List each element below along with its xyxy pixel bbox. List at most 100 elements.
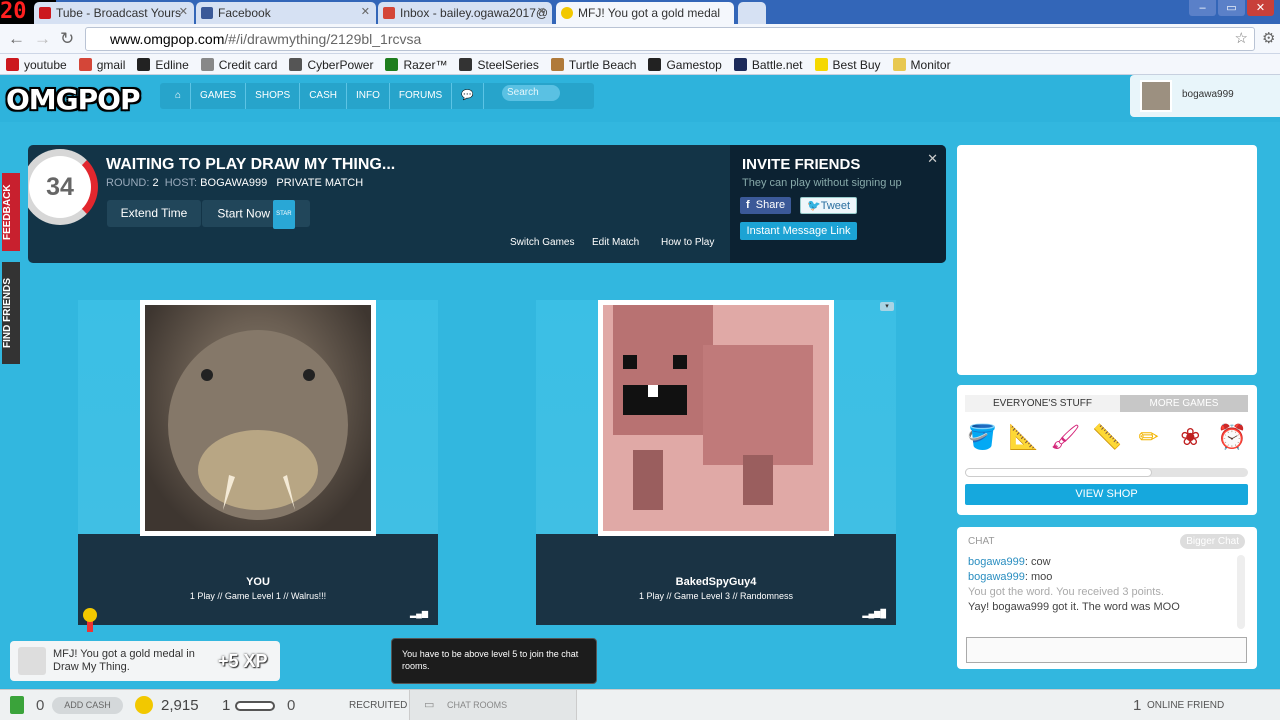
gmail-icon [78, 58, 92, 71]
bookmark-turtle-beach[interactable]: Turtle Beach [545, 54, 643, 75]
how-to-play-link[interactable]: How to Play [661, 237, 714, 248]
clock-icon[interactable]: ⏰ [1215, 421, 1249, 455]
gamestop-icon [648, 58, 662, 71]
chat-input[interactable] [966, 637, 1247, 663]
battlenet-icon [733, 58, 747, 71]
bookmark-cyberpower[interactable]: CyberPower [283, 54, 379, 75]
home-icon[interactable]: ⌂ [166, 83, 192, 109]
address-bar[interactable]: www.omgpop.com/#/i/drawmything/2129bl_1r… [85, 27, 1255, 51]
bookmark-credit-card[interactable]: Credit card [195, 54, 284, 75]
coin-count: 2,915 [161, 697, 199, 714]
nav-forums[interactable]: FORUMS [390, 83, 453, 109]
user-box[interactable]: bogawa999 [1130, 75, 1280, 117]
coin-icon [135, 696, 153, 714]
tab-omgpop[interactable]: MFJ! You got a gold medal [556, 2, 734, 24]
facebook-icon [201, 7, 213, 19]
close-window-icon[interactable]: ✕ [1247, 0, 1274, 16]
tab-everyones-stuff[interactable]: EVERYONE'S STUFF [965, 395, 1120, 412]
nav-shops[interactable]: SHOPS [246, 83, 301, 109]
bookmark-gamestop[interactable]: Gamestop [642, 54, 727, 75]
turtlebeach-icon [550, 58, 564, 71]
player-info: 1 Play // Game Level 3 // Randomness [638, 591, 794, 601]
tweet-button[interactable]: 🐦Tweet [800, 197, 858, 214]
bigger-chat-button[interactable]: Bigger Chat [1180, 534, 1245, 549]
close-icon[interactable]: ✕ [537, 5, 546, 18]
find-friends-tab[interactable]: FIND FRIENDS [2, 262, 20, 364]
close-icon[interactable]: ✕ [927, 151, 938, 167]
view-shop-button[interactable]: VIEW SHOP [965, 484, 1248, 505]
twitter-icon: 🐦 [807, 200, 821, 212]
bookmark-edline[interactable]: Edline [131, 54, 194, 75]
bottom-bar: 0 ADD CASH 2,915 1 0 RECRUITED ▭ CHAT RO… [0, 689, 1280, 720]
tab-facebook[interactable]: Facebook ✕ [196, 2, 376, 24]
switch-games-link[interactable]: Switch Games [510, 237, 574, 248]
bookmark-label: Gamestop [666, 57, 722, 72]
maximize-icon[interactable]: ▭ [1218, 0, 1245, 16]
player-card-you: YOU 1 Play // Game Level 1 // Walrus!!! … [78, 300, 438, 625]
online-friend-label[interactable]: ONLINE FRIEND [1147, 700, 1224, 711]
player-name: BakedSpyGuy4 [675, 576, 757, 588]
pencil-icon[interactable]: ✏ [1132, 421, 1166, 455]
tab-label: Facebook [218, 6, 271, 20]
medal-badge-icon [18, 647, 46, 675]
shop-scrollbar[interactable] [965, 468, 1248, 477]
omgpop-logo[interactable]: OMGPOP [6, 83, 154, 119]
recruited-label[interactable]: RECRUITED [349, 700, 407, 711]
shop-scroll-thumb[interactable] [965, 468, 1152, 477]
bookmark-razer[interactable]: Razer™ [379, 54, 453, 75]
tab-gmail[interactable]: Inbox - bailey.ogawa2017@ ✕ [378, 2, 552, 24]
username[interactable]: bogawa999 [1182, 89, 1234, 100]
instant-message-link-button[interactable]: Instant Message Link [740, 222, 857, 240]
shop-box: EVERYONE'S STUFF MORE GAMES 🪣 📐 🖌 📏 ✏ ❀ … [957, 385, 1257, 515]
avatar[interactable] [1140, 80, 1172, 112]
bookmark-youtube[interactable]: youtube [0, 54, 73, 75]
start-now-button[interactable]: Start Now STAR [202, 200, 310, 229]
tab-more-games[interactable]: MORE GAMES [1120, 395, 1248, 412]
chevron-down-icon[interactable]: ▾ [880, 302, 894, 311]
tab-youtube[interactable]: Tube - Broadcast Yours ✕ [34, 2, 194, 24]
edit-match-link[interactable]: Edit Match [592, 237, 639, 248]
level-value: 1 [222, 697, 231, 714]
game-title: WAITING TO PLAY DRAW MY THING... [106, 156, 396, 173]
close-icon[interactable]: ✕ [179, 5, 188, 18]
paint-bucket-icon[interactable]: 🪣 [965, 421, 999, 455]
bookmark-gmail[interactable]: gmail [73, 54, 132, 75]
medal-notification[interactable]: MFJ! You got a gold medal in Draw My Thi… [10, 641, 280, 681]
nav-info[interactable]: INFO [347, 83, 390, 109]
reload-icon[interactable]: ↻ [60, 29, 74, 49]
folder-icon [892, 58, 906, 71]
facebook-share-button[interactable]: f Share [740, 197, 792, 214]
t-square-icon[interactable]: 📏 [1090, 421, 1124, 455]
wreath-icon[interactable]: ❀ [1173, 421, 1207, 455]
star-icon[interactable]: ☆ [1235, 29, 1248, 47]
chat-user[interactable]: bogawa999 [968, 556, 1025, 568]
creditcard-icon [200, 58, 214, 71]
invite-friends-panel: INVITE FRIENDS They can play without sig… [730, 145, 946, 263]
new-tab-button[interactable] [738, 2, 766, 24]
match-type: PRIVATE MATCH [276, 177, 364, 189]
bookmark-label: Battle.net [751, 57, 803, 72]
search-input[interactable]: Search [502, 85, 560, 101]
ruler-triangle-icon[interactable]: 📐 [1007, 421, 1041, 455]
bookmark-steelseries[interactable]: SteelSeries [453, 54, 544, 75]
messages-icon[interactable]: 💬 [452, 83, 484, 109]
bookmark-best-buy[interactable]: Best Buy [809, 54, 887, 75]
close-icon[interactable]: ✕ [361, 5, 370, 18]
nav-games[interactable]: GAMES [191, 83, 247, 109]
bookmark-monitor[interactable]: Monitor [887, 54, 957, 75]
feedback-tab[interactable]: FEEDBACK [2, 173, 20, 251]
wrench-icon[interactable]: ⚙ [1262, 29, 1275, 47]
bookmark-battle-net[interactable]: Battle.net [728, 54, 809, 75]
back-icon[interactable]: ← [8, 29, 25, 49]
chat-scrollbar[interactable] [1237, 555, 1245, 629]
chat-rooms-button[interactable]: ▭ CHAT ROOMS [409, 690, 577, 720]
brush-icon[interactable]: 🖌 [1048, 421, 1082, 455]
forward-icon[interactable]: → [34, 29, 51, 49]
minimize-icon[interactable]: – [1189, 0, 1216, 16]
countdown-timer: 34 [28, 149, 98, 225]
host-value: BOGAWA999 [200, 177, 268, 189]
extend-time-button[interactable]: Extend Time [107, 200, 201, 227]
chat-user[interactable]: bogawa999 [968, 571, 1025, 583]
add-cash-button[interactable]: ADD CASH [52, 697, 123, 714]
nav-cash[interactable]: CASH [300, 83, 347, 109]
